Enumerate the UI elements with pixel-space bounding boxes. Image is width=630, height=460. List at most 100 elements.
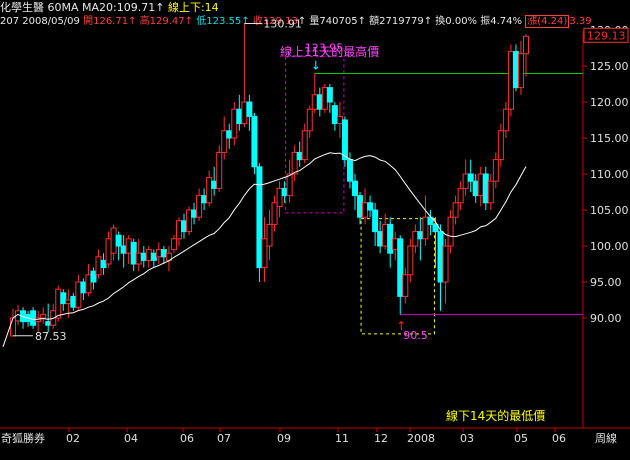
candle-body-up bbox=[175, 220, 182, 240]
candle-body-down bbox=[60, 292, 67, 305]
candle-body-down bbox=[331, 105, 338, 125]
candle-body-down bbox=[30, 310, 37, 326]
candle-body-down bbox=[352, 180, 358, 197]
candle-body-down bbox=[281, 187, 288, 197]
candle-body-up bbox=[362, 202, 369, 218]
time-tick-label: 11 bbox=[335, 432, 349, 445]
candle-body-up bbox=[221, 130, 228, 153]
candle-body-up bbox=[186, 209, 193, 233]
candle-body-up bbox=[492, 159, 499, 182]
candle-body-up bbox=[412, 231, 419, 247]
candle-body-down bbox=[296, 151, 303, 161]
candle-body-down bbox=[467, 173, 474, 182]
candle-body-up bbox=[301, 130, 308, 161]
candle-body-down bbox=[70, 295, 77, 308]
candle-body-up bbox=[95, 256, 102, 276]
candle-body-up bbox=[231, 108, 238, 139]
candle-body-down bbox=[251, 115, 258, 168]
candle-body-up bbox=[10, 317, 16, 337]
candle-body-up bbox=[241, 101, 248, 125]
candle-body-down bbox=[256, 166, 263, 269]
candle-body-up bbox=[125, 238, 132, 254]
candle-body-up bbox=[271, 202, 278, 225]
price-tick-label: 125.00 bbox=[590, 60, 629, 73]
candle-body-up bbox=[286, 173, 293, 197]
candle-body-down bbox=[346, 159, 353, 182]
candle-body-up bbox=[206, 177, 213, 204]
annotation-labels: 130.91線上11天的最高價123.95↓↑90.5線下14天的最低價87.5… bbox=[13, 17, 629, 423]
candle-body-up bbox=[85, 274, 92, 294]
candle-body-up bbox=[155, 249, 162, 258]
candle-body-up bbox=[110, 227, 117, 254]
candle-body-down bbox=[90, 270, 97, 283]
candle-body-up bbox=[462, 173, 469, 189]
candle-body-up bbox=[497, 130, 504, 161]
peak-label: 130.91 bbox=[263, 17, 302, 30]
candle-body-down bbox=[211, 180, 218, 189]
candles bbox=[10, 23, 529, 337]
candle-body-up bbox=[291, 151, 298, 175]
candle-body-up bbox=[392, 238, 399, 251]
candle-body-up bbox=[311, 94, 318, 110]
candle-body-up bbox=[336, 115, 343, 125]
candle-body-down bbox=[201, 195, 208, 204]
candle-body-up bbox=[105, 238, 112, 265]
candle-body-up bbox=[261, 238, 268, 269]
price-axis: 90.00 95.00 100.00 105.00 110.00 115.00 120.00… bbox=[583, 24, 629, 325]
candle-body-down bbox=[191, 209, 198, 218]
price-tick-label: 120.00 bbox=[590, 96, 629, 109]
candle-body-up bbox=[517, 53, 524, 89]
candle-body-down bbox=[160, 249, 167, 258]
candle-body-up bbox=[216, 151, 223, 189]
candle-body-down bbox=[246, 101, 253, 117]
candle-body-down bbox=[130, 241, 137, 265]
candle-body-down bbox=[181, 220, 187, 233]
candle-body-up bbox=[170, 238, 177, 251]
candle-body-up bbox=[402, 274, 409, 297]
candle-body-down bbox=[140, 252, 147, 261]
price-tick-label: 110.00 bbox=[590, 168, 629, 181]
candle-body-up bbox=[276, 187, 283, 207]
price-tick-label: 100.00 bbox=[590, 240, 629, 253]
candle-body-down bbox=[100, 259, 107, 269]
price-tick-label: 105.00 bbox=[590, 204, 629, 217]
candle-body-down bbox=[326, 87, 333, 103]
candle-body-up bbox=[442, 245, 449, 283]
candle-body-up bbox=[321, 87, 328, 110]
current-price-label: 129.13 bbox=[587, 29, 626, 42]
candle-body-up bbox=[407, 245, 414, 276]
time-tick-label: 07 bbox=[217, 432, 231, 445]
candle-body-down bbox=[377, 231, 384, 247]
start-low-label: 87.53 bbox=[35, 330, 67, 343]
time-tick-label: 05 bbox=[514, 432, 528, 445]
candle-body-down bbox=[45, 321, 52, 326]
candlestick-chart[interactable]: 90.00 95.00 100.00 105.00 110.00 115.00 120.00… bbox=[0, 0, 630, 460]
candle-body-down bbox=[397, 238, 404, 297]
candle-body-down bbox=[120, 245, 127, 254]
candle-body-down bbox=[417, 231, 424, 240]
candle-body-down bbox=[482, 173, 489, 204]
time-tick-label: 02 bbox=[66, 432, 80, 445]
candle-body-down bbox=[150, 252, 157, 261]
candle-body-up bbox=[507, 51, 514, 110]
candle-body-up bbox=[145, 249, 152, 261]
candle-body-up bbox=[523, 35, 529, 55]
time-tick-label: 03 bbox=[460, 432, 474, 445]
candle-body-up bbox=[422, 216, 429, 240]
candle-body-down bbox=[115, 234, 122, 247]
time-axis: 02 04 06 07 09 11 12 2008 03 05 06 奇狐勝券 周線 bbox=[1, 428, 617, 445]
top-value-label: 123.95 bbox=[305, 42, 344, 55]
period-weekly-button[interactable]: 周線 bbox=[595, 431, 617, 445]
time-tick-label: 2008 bbox=[407, 432, 435, 445]
candle-body-up bbox=[447, 216, 454, 247]
candle-body-down bbox=[367, 202, 374, 211]
bottom-value-label: 90.5 bbox=[403, 329, 428, 342]
price-tick-label: 90.00 bbox=[590, 312, 622, 325]
candle-body-down bbox=[341, 119, 348, 161]
time-tick-label: 09 bbox=[277, 432, 291, 445]
data-source-label: 奇狐勝券 bbox=[1, 431, 45, 445]
candle-body-up bbox=[457, 187, 464, 204]
time-tick-label: 04 bbox=[124, 432, 138, 445]
candle-body-up bbox=[196, 195, 203, 218]
candle-body-up bbox=[65, 299, 72, 305]
